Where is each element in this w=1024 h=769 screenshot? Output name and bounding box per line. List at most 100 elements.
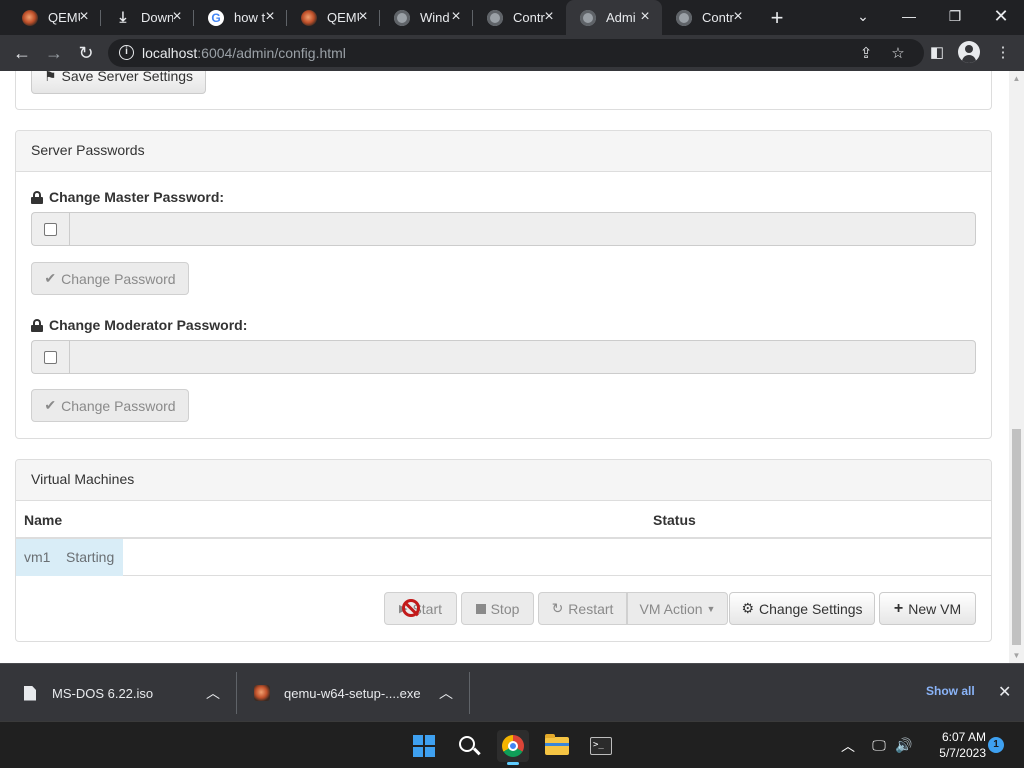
master-password-input[interactable] (69, 212, 976, 246)
download-filename: qemu-w64-setup-....exe (284, 685, 421, 701)
tab-label: Admi (606, 10, 636, 25)
search-icon (459, 736, 475, 752)
network-icon[interactable]: 🖵 (868, 722, 890, 769)
refresh-icon: ↻ (551, 600, 564, 616)
qemu-icon (301, 9, 317, 26)
share-icon[interactable]: ⇪ (858, 46, 874, 62)
moderator-password-label-text: Change Moderator Password: (49, 317, 248, 333)
close-icon[interactable]: × (541, 9, 557, 25)
tab-downloads[interactable]: ⤓ Down × (101, 0, 194, 35)
change-master-password-button[interactable]: ✔ Change Password (31, 262, 189, 295)
download-shelf: MS-DOS 6.22.iso ︿ qemu-w64-setup-....exe… (0, 663, 1024, 721)
gear-icon: ⚙ (741, 600, 755, 616)
save-flag-icon: ⚑ (43, 71, 57, 84)
close-icon[interactable]: ✕ (998, 682, 1011, 702)
moderator-password-input[interactable] (69, 340, 976, 374)
side-panel-icon[interactable]: ◧ (924, 40, 950, 66)
terminal-button[interactable]: >_ (585, 730, 617, 762)
reload-icon[interactable]: ↻ (73, 40, 99, 66)
change-moderator-password-button[interactable]: ✔ Change Password (31, 389, 189, 422)
stop-vm-button[interactable]: Stop (461, 592, 534, 625)
search-button[interactable] (453, 730, 485, 762)
scroll-down-arrow-icon[interactable]: ▼ (1009, 648, 1024, 663)
download-item[interactable]: MS-DOS 6.22.iso (24, 664, 153, 722)
new-vm-button[interactable]: + New VM (879, 592, 976, 625)
chevron-up-icon[interactable]: ︿ (439, 683, 453, 703)
scroll-up-arrow-icon[interactable]: ▲ (1009, 71, 1024, 86)
close-icon[interactable]: × (76, 9, 92, 25)
tab-admin[interactable]: Admi × (566, 0, 662, 35)
chevron-up-icon[interactable]: ︿ (206, 683, 220, 703)
tab-windows[interactable]: Wind × (380, 0, 473, 35)
browser-toolbar: ← → ↻ i localhost:6004/admin/config.html… (0, 35, 1024, 71)
master-password-checkbox[interactable] (44, 222, 57, 236)
site-info-icon[interactable]: i (119, 45, 134, 60)
change-settings-button[interactable]: ⚙ Change Settings (729, 592, 875, 625)
restart-vm-button[interactable]: ↻ Restart (538, 592, 627, 625)
file-icon (24, 685, 36, 701)
chrome-icon (502, 735, 524, 757)
terminal-icon: >_ (590, 737, 612, 755)
volume-icon[interactable]: 🔊 (893, 722, 915, 769)
close-icon[interactable]: × (169, 9, 185, 25)
save-server-settings-label: Save Server Settings (61, 71, 194, 84)
new-vm-label: New VM (908, 600, 962, 617)
show-hidden-icons-chevron-icon[interactable]: ︿ (838, 722, 858, 769)
notification-badge[interactable]: 1 (988, 737, 1004, 753)
tab-google-search[interactable]: G how t × (194, 0, 287, 35)
tab-search-chevron-icon[interactable]: ⌄ (840, 0, 886, 35)
address-bar[interactable]: i localhost:6004/admin/config.html ⇪ ☆ (108, 39, 924, 67)
window-close-button[interactable]: ✕ (978, 0, 1024, 35)
close-icon[interactable]: × (730, 9, 746, 25)
stop-icon (475, 603, 486, 614)
forward-arrow-icon[interactable]: → (41, 40, 67, 66)
restart-label: Restart (568, 600, 614, 617)
bookmark-star-icon[interactable]: ☆ (890, 46, 906, 62)
tab-control-1[interactable]: Contr × (473, 0, 566, 35)
show-all-downloads-link[interactable]: Show all (926, 684, 975, 698)
minimize-button[interactable]: — (886, 0, 932, 35)
clock-time: 6:07 AM (941, 730, 986, 744)
lock-icon (31, 190, 43, 204)
clock-date: 5/7/2023 (939, 746, 986, 760)
url-host: localhost (142, 45, 198, 61)
maximize-button[interactable]: ❐ (932, 0, 978, 35)
vm-action-label: VM Action (639, 600, 703, 617)
windows-taskbar: >_ ︿ 🖵 🔊 6:07 AM 5/7/2023 1 (0, 721, 1024, 768)
system-clock[interactable]: 6:07 AM 5/7/2023 (920, 729, 986, 761)
back-arrow-icon[interactable]: ← (9, 40, 35, 66)
moderator-password-checkbox[interactable] (44, 350, 57, 364)
chrome-taskbar-button[interactable] (497, 730, 529, 765)
profile-avatar-icon[interactable] (958, 41, 980, 63)
vm-name-cell: vm1 (24, 549, 51, 565)
windows-logo-icon (413, 735, 435, 757)
scrollbar-thumb[interactable] (1012, 429, 1021, 645)
tab-qemu-1[interactable]: QEMU × (8, 0, 101, 35)
url-text[interactable]: localhost:6004/admin/config.html (142, 45, 346, 61)
save-server-settings-button[interactable]: ⚑ Save Server Settings (31, 71, 206, 94)
close-icon[interactable]: × (262, 9, 278, 25)
tab-control-2[interactable]: Contr × (662, 0, 755, 35)
close-icon[interactable]: × (355, 9, 371, 25)
start-vm-button[interactable]: ▶ Start (384, 592, 457, 625)
vm-status-cell: Starting (66, 549, 115, 565)
menu-kebab-icon[interactable]: ⋮ (990, 40, 1016, 66)
qemu-icon (22, 9, 38, 26)
file-explorer-button[interactable] (541, 730, 573, 762)
close-icon[interactable]: × (637, 9, 653, 25)
checkmark-icon: ✔ (44, 397, 57, 413)
download-separator (236, 672, 237, 714)
start-menu-button[interactable] (408, 730, 440, 762)
qemu-icon (254, 685, 270, 701)
new-tab-button[interactable]: + (764, 5, 790, 31)
close-icon[interactable]: × (448, 9, 464, 25)
tab-qemu-2[interactable]: QEMU × (287, 0, 380, 35)
page-scrollbar[interactable]: ▲ ▼ (1009, 71, 1024, 663)
download-separator (469, 672, 470, 714)
active-app-indicator (507, 762, 519, 765)
download-item[interactable]: qemu-w64-setup-....exe (254, 664, 421, 722)
change-settings-label: Change Settings (759, 600, 863, 617)
browser-tab-strip: QEMU × ⤓ Down × G how t × QEMU × Wind × … (0, 0, 1024, 35)
vm-action-dropdown[interactable]: VM Action ▼ (627, 592, 728, 625)
table-row[interactable]: vm1 Starting (16, 539, 991, 576)
